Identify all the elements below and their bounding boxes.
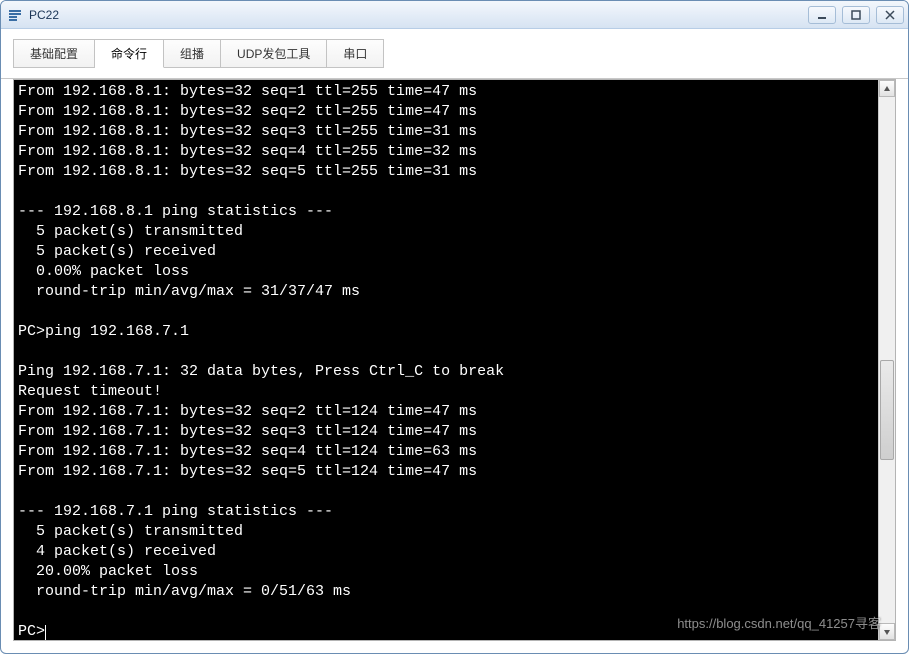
maximize-button[interactable] <box>842 6 870 24</box>
title-left: PC22 <box>7 7 59 23</box>
minimize-button[interactable] <box>808 6 836 24</box>
scroll-track[interactable] <box>879 97 895 623</box>
tabbar-area: 基础配置命令行组播UDP发包工具串口 <box>1 29 908 79</box>
scroll-thumb[interactable] <box>880 360 894 460</box>
titlebar: PC22 <box>1 1 908 29</box>
terminal-panel: From 192.168.8.1: bytes=32 seq=1 ttl=255… <box>13 79 896 641</box>
close-button[interactable] <box>876 6 904 24</box>
scroll-up-button[interactable] <box>879 80 895 97</box>
tab-udp[interactable]: UDP发包工具 <box>221 40 327 67</box>
scroll-down-button[interactable] <box>879 623 895 640</box>
tab-mcast[interactable]: 组播 <box>164 40 221 67</box>
tab-cli[interactable]: 命令行 <box>95 40 164 68</box>
tab-basic[interactable]: 基础配置 <box>14 40 95 67</box>
terminal-cursor <box>45 625 46 640</box>
app-window: PC22 基础配置命令行组播UDP发包工具串口 From 192.168.8.1… <box>0 0 909 654</box>
scrollbar[interactable] <box>878 80 895 640</box>
window-controls <box>808 6 908 24</box>
app-icon <box>7 7 23 23</box>
tab-strip: 基础配置命令行组播UDP发包工具串口 <box>13 39 384 68</box>
tab-serial[interactable]: 串口 <box>327 40 383 67</box>
terminal-output[interactable]: From 192.168.8.1: bytes=32 seq=1 ttl=255… <box>14 80 878 640</box>
window-title: PC22 <box>29 8 59 22</box>
